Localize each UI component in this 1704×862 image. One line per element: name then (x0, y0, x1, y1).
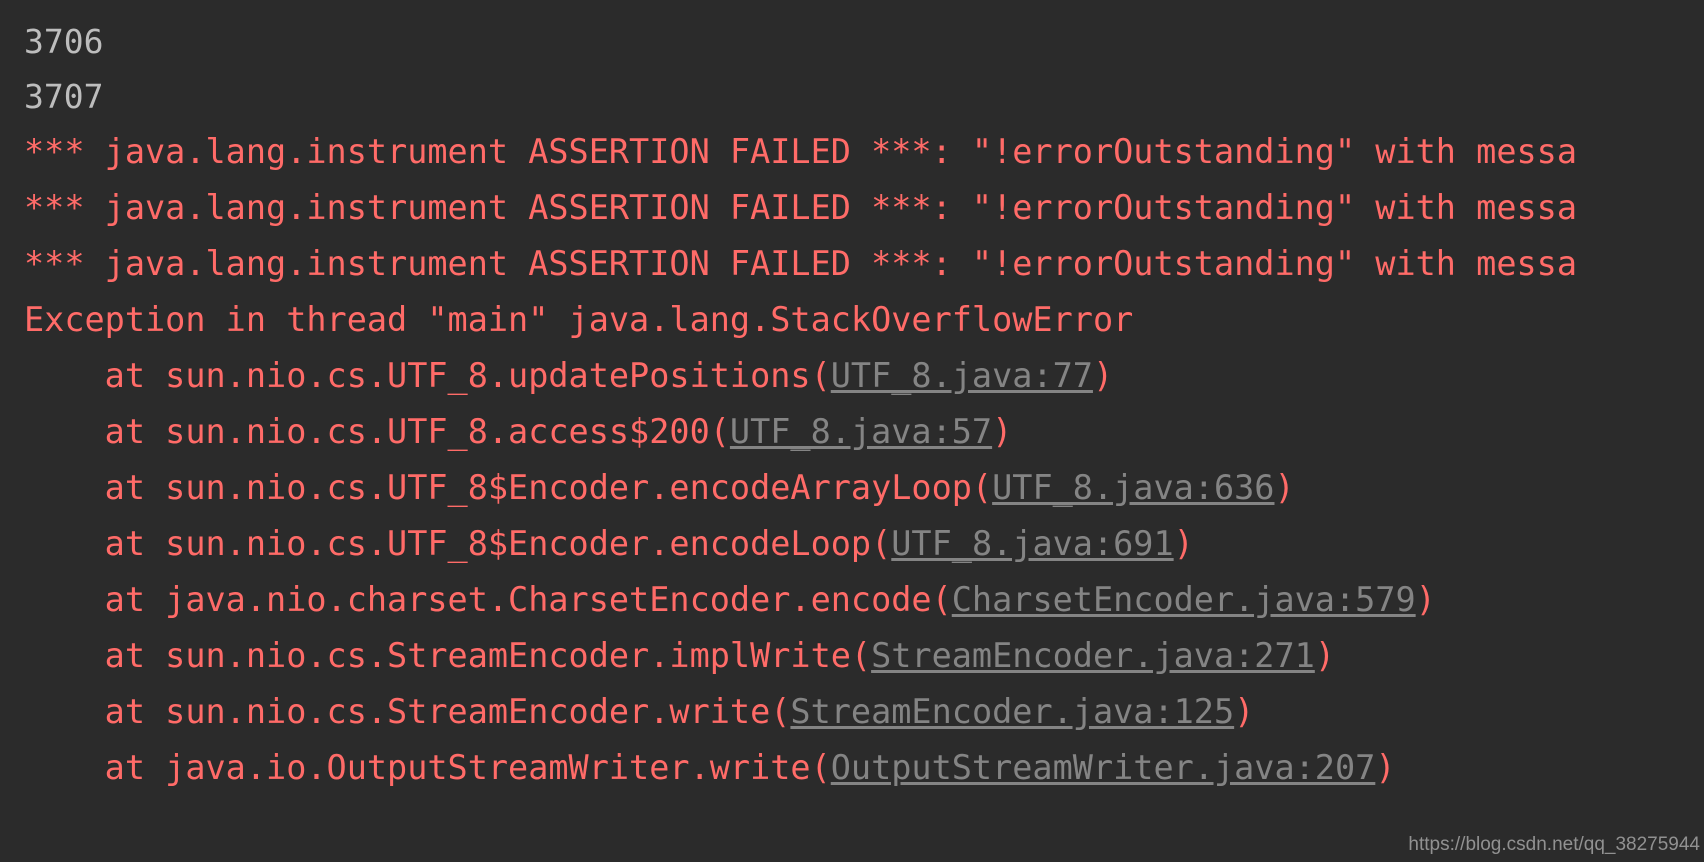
error-message-text: *** java.lang.instrument ASSERTION FAILE… (24, 244, 1577, 283)
source-file-link[interactable]: UTF_8.java:691 (891, 524, 1173, 563)
stack-frame-close-paren: ) (1274, 468, 1295, 507)
line-number-text: 3706 (24, 22, 104, 61)
source-file-link[interactable]: UTF_8.java:57 (730, 412, 992, 451)
source-file-link[interactable]: StreamEncoder.java:125 (790, 692, 1234, 731)
stack-trace-frame: at sun.nio.cs.UTF_8$Encoder.encodeArrayL… (0, 460, 1704, 516)
console-error-line: Exception in thread "main" java.lang.Sta… (0, 292, 1704, 348)
stack-frame-close-paren: ) (1375, 748, 1396, 787)
stack-trace-frame: at sun.nio.cs.UTF_8$Encoder.encodeLoop(U… (0, 516, 1704, 572)
source-file-link[interactable]: StreamEncoder.java:271 (871, 636, 1315, 675)
stack-frame-method: at sun.nio.cs.UTF_8$Encoder.encodeArrayL… (24, 468, 993, 507)
stack-trace-frame: at java.io.OutputStreamWriter.write(Outp… (0, 740, 1704, 796)
stack-trace-frame: at sun.nio.cs.UTF_8.access$200(UTF_8.jav… (0, 404, 1704, 460)
stack-frame-method: at sun.nio.cs.UTF_8$Encoder.encodeLoop( (24, 524, 892, 563)
source-file-link[interactable]: CharsetEncoder.java:579 (952, 580, 1416, 619)
error-message-text: *** java.lang.instrument ASSERTION FAILE… (24, 132, 1577, 171)
line-number-text: 3707 (24, 77, 104, 116)
console-output-panel[interactable]: 3706 3707 *** java.lang.instrument ASSERTI… (0, 0, 1704, 862)
stack-frame-method: at sun.nio.cs.StreamEncoder.implWrite( (24, 636, 872, 675)
stack-frame-close-paren: ) (1173, 524, 1194, 563)
source-file-link[interactable]: UTF_8.java:636 (992, 468, 1274, 507)
stack-trace-frame: at sun.nio.cs.StreamEncoder.implWrite(St… (0, 628, 1704, 684)
console-error-line: *** java.lang.instrument ASSERTION FAILE… (0, 180, 1704, 236)
stack-frame-close-paren: ) (1314, 636, 1335, 675)
stack-frame-close-paren: ) (1234, 692, 1255, 731)
stack-frame-method: at sun.nio.cs.UTF_8.access$200( (24, 412, 730, 451)
error-message-text: *** java.lang.instrument ASSERTION FAILE… (24, 188, 1577, 227)
console-line-number: 3706 (0, 14, 1704, 69)
source-file-link[interactable]: UTF_8.java:77 (831, 356, 1093, 395)
stack-frame-close-paren: ) (992, 412, 1013, 451)
stack-frame-close-paren: ) (1415, 580, 1436, 619)
source-file-link[interactable]: OutputStreamWriter.java:207 (831, 748, 1376, 787)
stack-trace-frame: at sun.nio.cs.StreamEncoder.write(Stream… (0, 684, 1704, 740)
stack-frame-method: at java.nio.charset.CharsetEncoder.encod… (24, 580, 952, 619)
stack-frame-method: at sun.nio.cs.UTF_8.updatePositions( (24, 356, 831, 395)
error-message-text: Exception in thread "main" java.lang.Sta… (24, 300, 1134, 339)
stack-frame-method: at sun.nio.cs.StreamEncoder.write( (24, 692, 791, 731)
console-line-number: 3707 (0, 69, 1704, 124)
stack-trace-frame: at sun.nio.cs.UTF_8.updatePositions(UTF_… (0, 348, 1704, 404)
watermark-url: https://blog.csdn.net/qq_38275944 (1408, 834, 1700, 855)
stack-frame-method: at java.io.OutputStreamWriter.write( (24, 748, 831, 787)
console-error-line: *** java.lang.instrument ASSERTION FAILE… (0, 124, 1704, 180)
stack-trace-frame: at java.nio.charset.CharsetEncoder.encod… (0, 572, 1704, 628)
stack-frame-close-paren: ) (1092, 356, 1114, 395)
console-error-line: *** java.lang.instrument ASSERTION FAILE… (0, 236, 1704, 292)
